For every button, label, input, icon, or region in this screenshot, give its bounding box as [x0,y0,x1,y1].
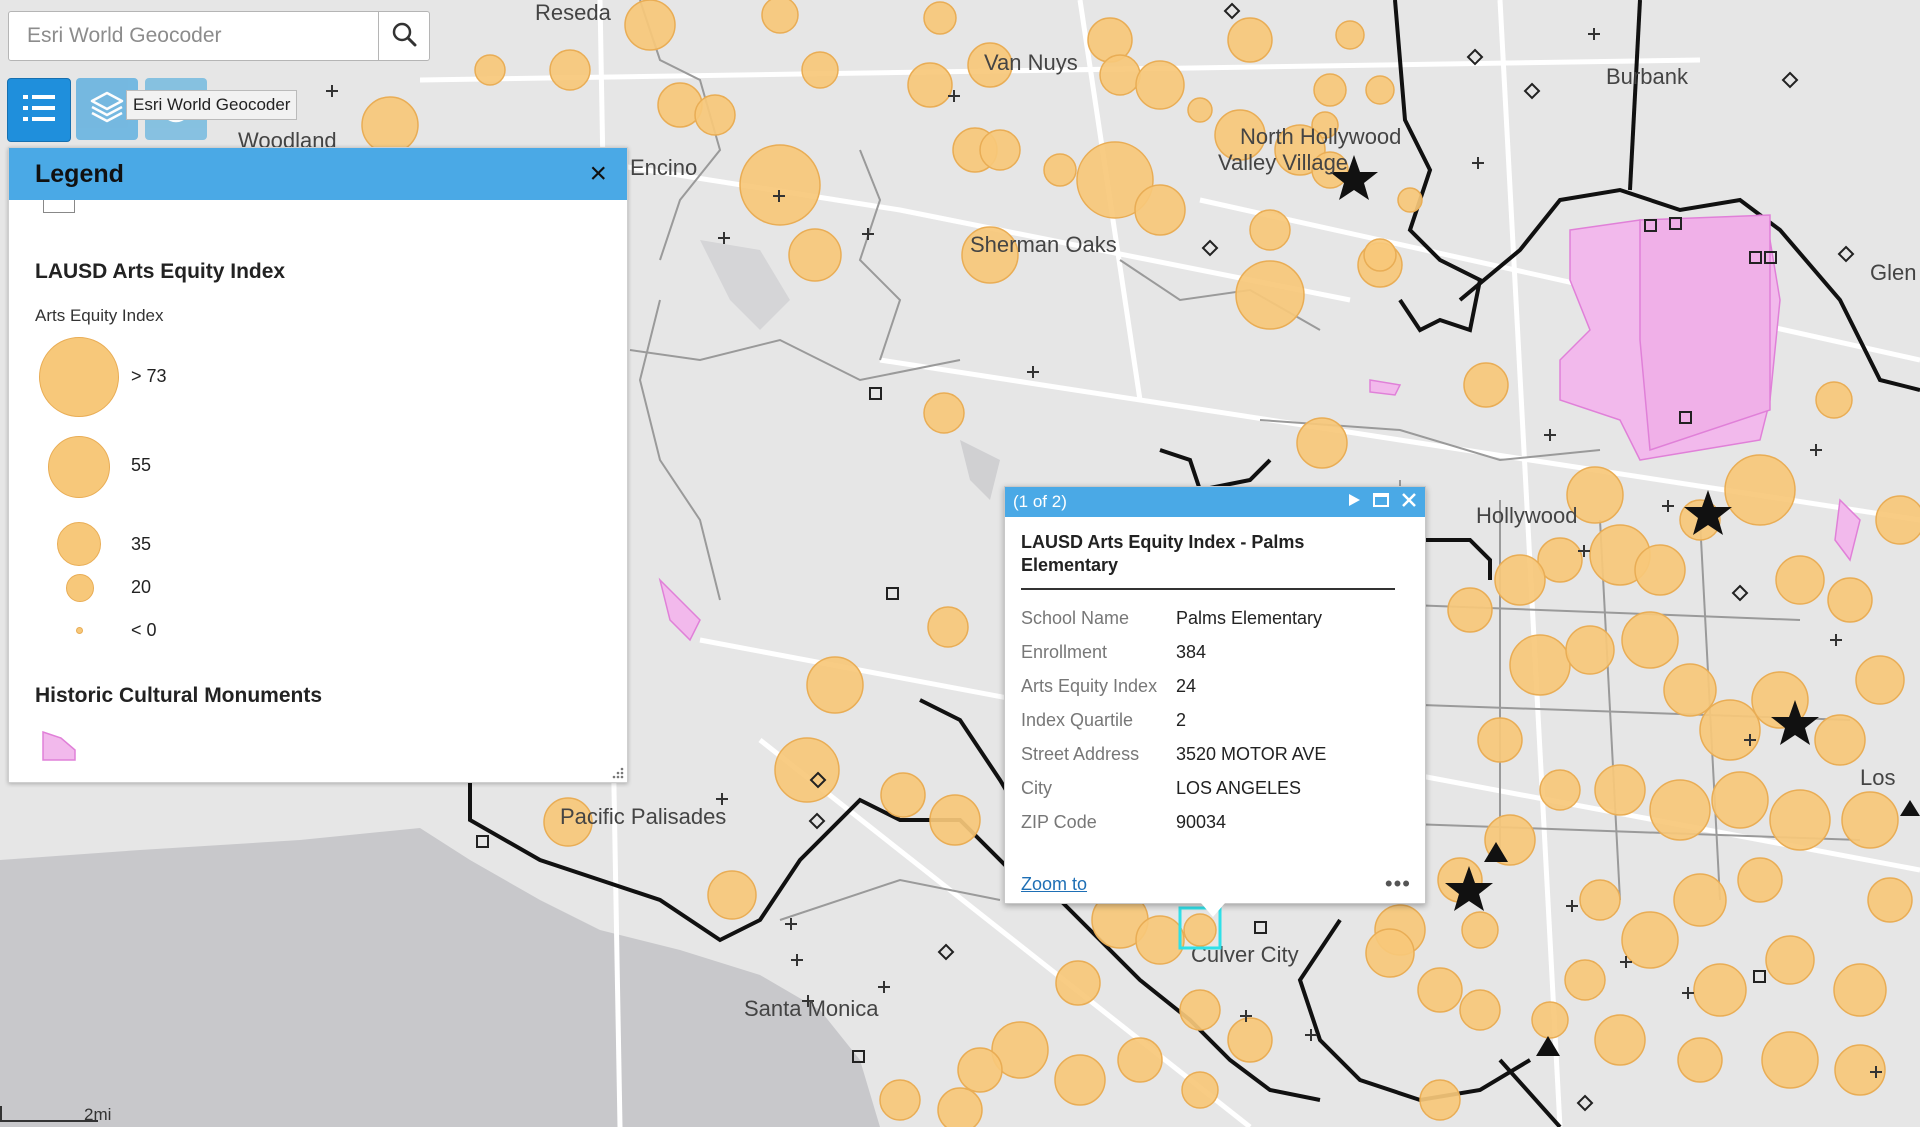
field-name: City [1021,778,1052,799]
legend-toggle-button[interactable] [7,78,71,142]
map-label-pacific-palisades: Pacific Palisades [560,804,726,829]
popup-header: (1 of 2) [1005,487,1425,517]
legend-panel: Legend × LAUSD Arts Equity Index Arts Eq… [8,147,628,783]
popup-field-row: Enrollment 384 [1021,636,1409,670]
popup-close-button[interactable] [1401,492,1417,513]
legend-body[interactable]: LAUSD Arts Equity Index Arts Equity Inde… [9,200,627,782]
map-label-sherman-oaks: Sherman Oaks [970,232,1117,257]
legend-arts-title: LAUSD Arts Equity Index [35,260,286,283]
close-icon [1401,492,1417,513]
legend-symbol-circle [57,522,101,566]
popup-field-row: ZIP Code 90034 [1021,806,1409,840]
next-feature-button[interactable] [1347,493,1361,512]
legend-monument-swatch [41,730,77,767]
field-value: 2 [1176,710,1187,731]
field-value: 90034 [1176,812,1227,833]
field-value: LOS ANGELES [1176,778,1302,799]
legend-class-label: < 0 [131,620,157,640]
search-icon [391,21,417,52]
map-label-north-hollywood: North Hollywood [1240,124,1401,149]
close-icon[interactable]: × [589,159,607,189]
field-name: Index Quartile [1021,710,1134,731]
legend-arts-subtitle: Arts Equity Index [35,306,164,325]
legend-symbol-circle [76,627,83,634]
map-label-santa-monica: Santa Monica [744,996,879,1021]
geocoder-tooltip: Esri World Geocoder [126,90,298,120]
map-label-glen: Glen [1870,260,1916,285]
field-value: 384 [1176,642,1207,663]
map-label-los: Los [1860,765,1895,790]
field-name: Street Address [1021,744,1140,765]
popup-pointer [1201,903,1225,917]
more-options-button[interactable]: ••• [1385,873,1411,895]
field-name: Arts Equity Index [1021,676,1158,697]
legend-symbol-circle [66,574,94,602]
field-value: 24 [1176,676,1197,697]
popup-field-row: Street Address 3520 MOTOR AVE [1021,738,1409,772]
maximize-button[interactable] [1373,492,1389,512]
field-value: Palms Elementary [1176,608,1323,629]
field-name: School Name [1021,608,1130,629]
legend-list-icon [21,93,57,128]
legend-monuments-title: Historic Cultural Monuments [35,684,323,707]
geocoder-search [8,11,430,61]
zoom-to-link[interactable]: Zoom to [1021,874,1087,895]
popup-fields: School Name Palms Elementary Enrollment … [1021,602,1409,840]
popup-feature-count: (1 of 2) [1013,492,1067,511]
play-next-icon [1347,493,1361,512]
field-name: ZIP Code [1021,812,1097,833]
map-label-reseda: Reseda [535,0,612,25]
map-label-van-nuys: Van Nuys [984,50,1078,75]
legend-class-label: 55 [131,455,152,475]
popup-field-row: School Name Palms Elementary [1021,602,1409,636]
map-label-culver-city: Culver City [1191,942,1299,967]
resize-grip-icon[interactable] [610,765,624,779]
legend-header: Legend × [9,148,627,200]
popup-field-row: Index Quartile 2 [1021,704,1409,738]
legend-class-label: 20 [131,577,152,597]
legend-swatch-partial [43,200,75,213]
field-value: 3520 MOTOR AVE [1176,744,1327,765]
search-button[interactable] [378,12,429,60]
popup-field-row: City LOS ANGELES [1021,772,1409,806]
field-name: Enrollment [1021,642,1108,663]
popup-field-row: Arts Equity Index 24 [1021,670,1409,704]
layers-icon [89,90,125,129]
legend-symbol-circle [39,337,119,417]
feature-popup: (1 of 2) LAUSD Arts Equity Index - Palms… [1004,486,1426,917]
legend-class-label: 35 [131,534,152,554]
scale-label: 2mi [84,1105,112,1124]
map-label-valley-village: Valley Village [1218,150,1348,175]
search-input[interactable] [9,12,378,60]
maximize-icon [1373,492,1389,512]
map-label-burbank: Burbank [1606,64,1689,89]
legend-class-label: > 73 [131,366,167,386]
legend-symbol-circle [48,436,110,498]
legend-title: Legend [35,159,124,188]
popup-title: LAUSD Arts Equity Index - Palms Elementa… [1021,531,1395,590]
map-label-encino: Encino [630,155,697,180]
map-label-hollywood: Hollywood [1476,503,1578,528]
